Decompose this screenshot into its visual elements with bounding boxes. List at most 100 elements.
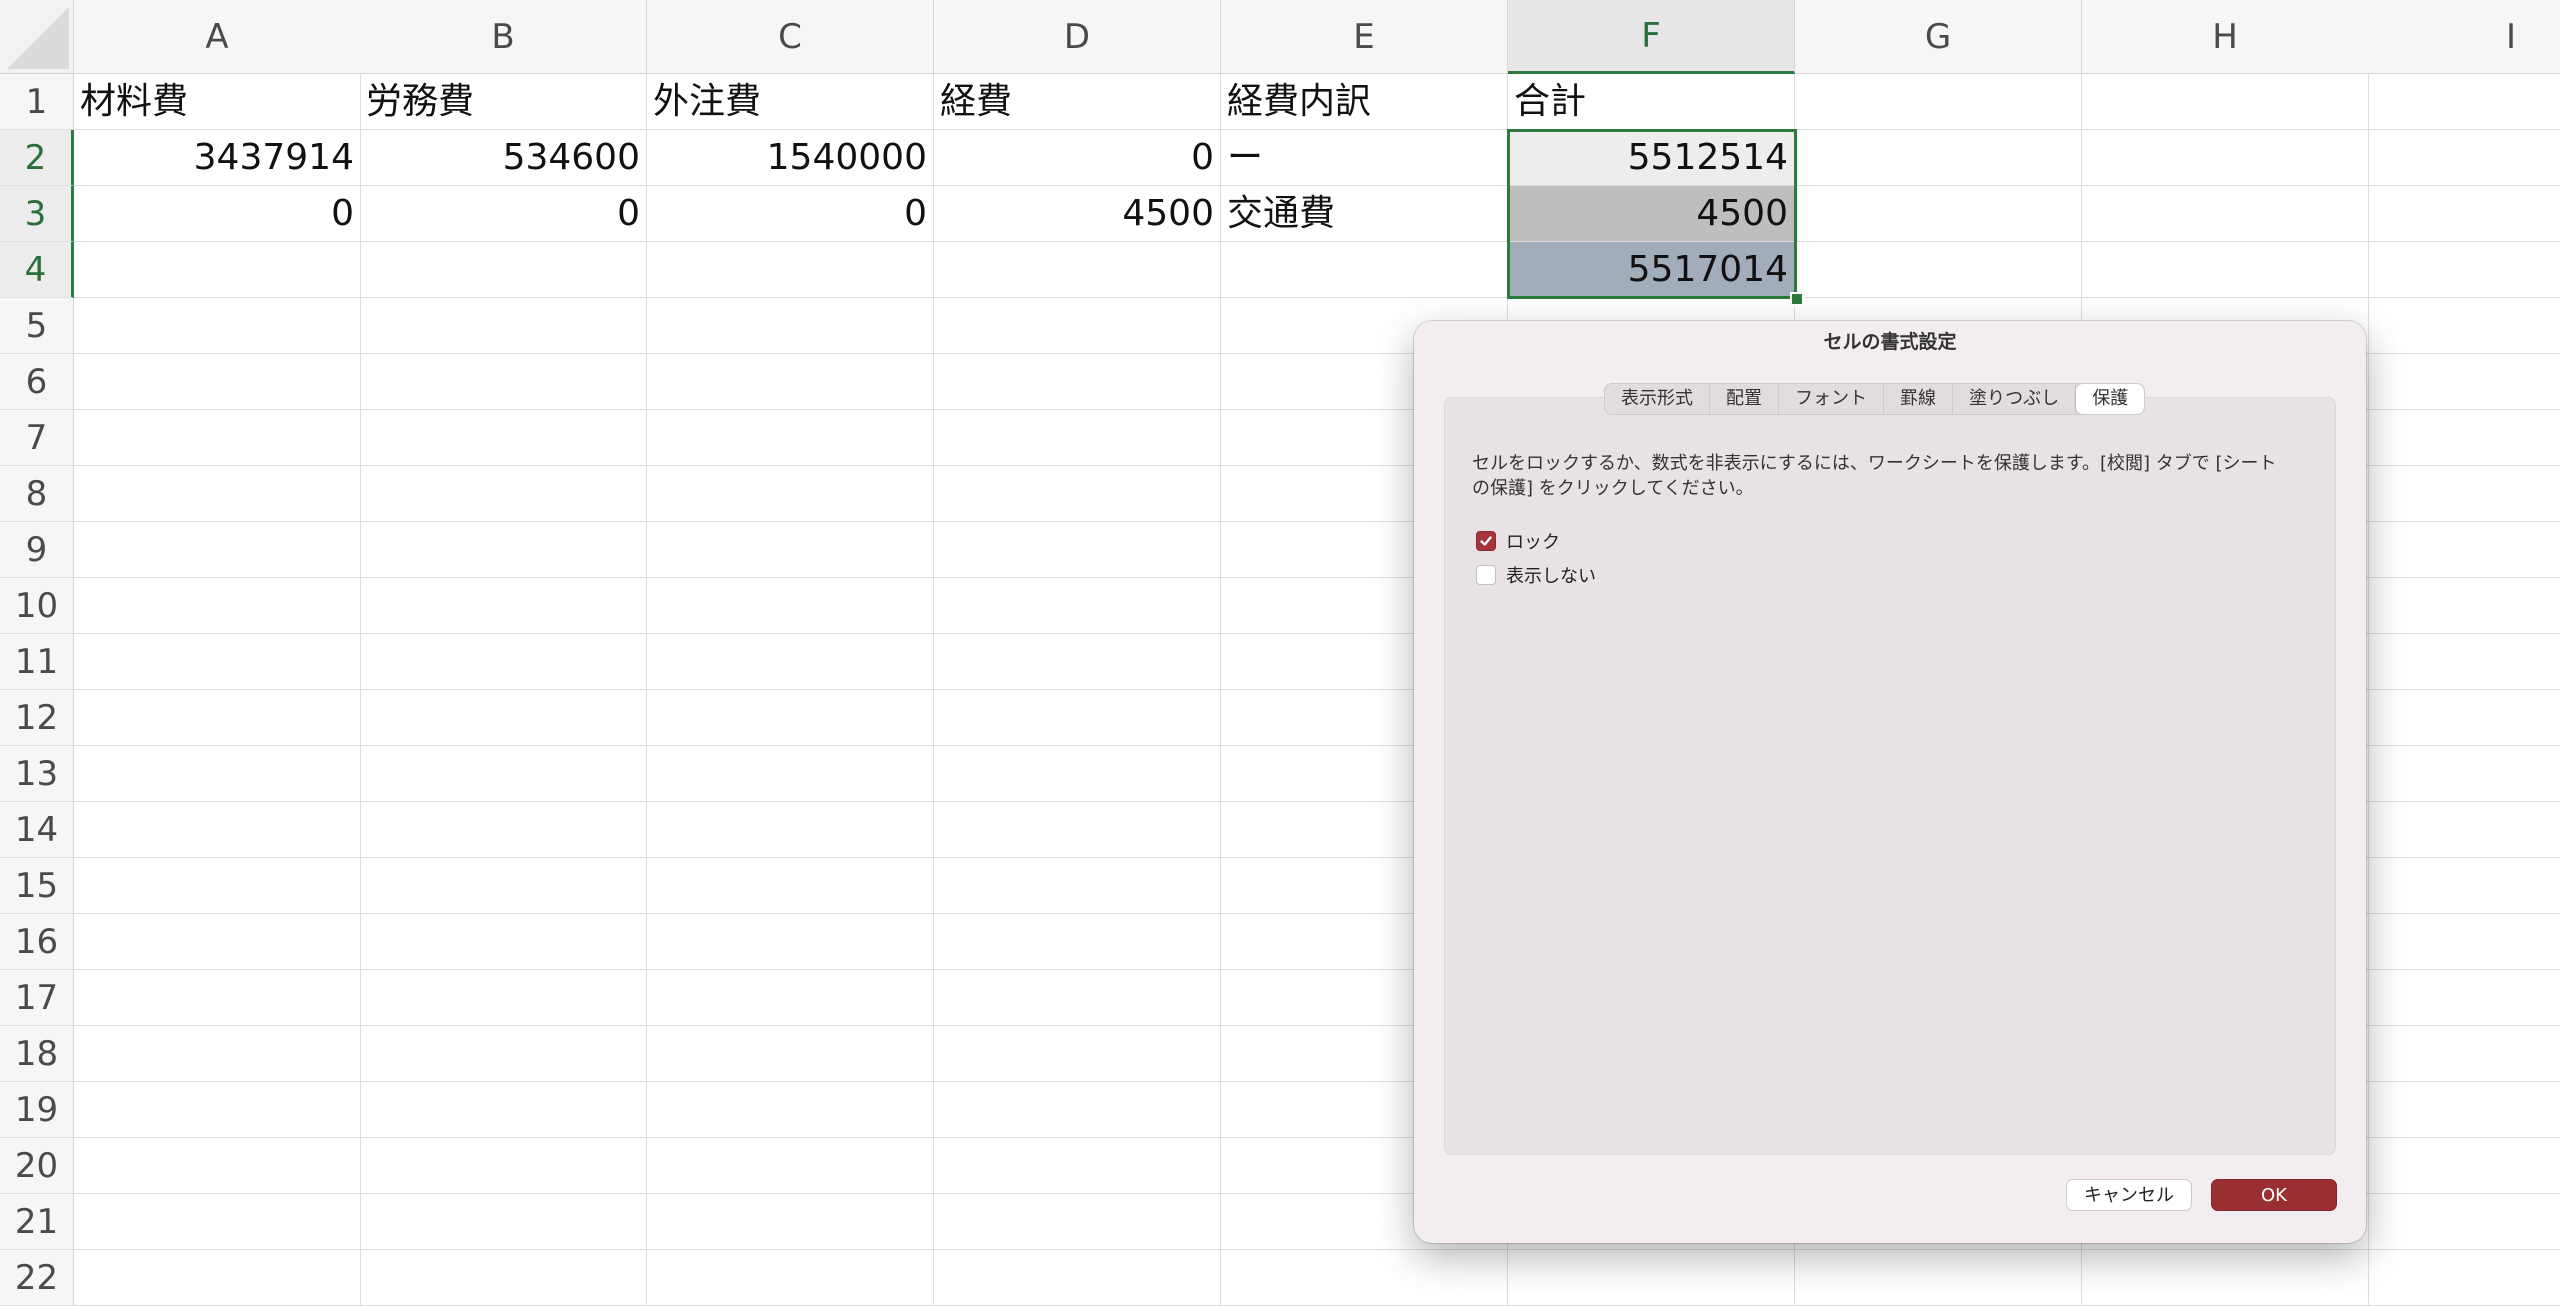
cell-c13[interactable] (647, 746, 934, 802)
cell-b6[interactable] (360, 354, 647, 410)
cell-i20[interactable] (2368, 1138, 2560, 1194)
column-header-b[interactable]: B (360, 0, 647, 74)
cell-f1[interactable]: 合計 (1508, 74, 1795, 130)
cell-e1[interactable]: 経費内訳 (1221, 74, 1508, 130)
cell-d15[interactable] (934, 858, 1221, 914)
cell-b2[interactable]: 534600 (360, 130, 647, 186)
cell-c21[interactable] (647, 1194, 934, 1250)
row-header-20[interactable]: 20 (0, 1138, 74, 1194)
cell-c11[interactable] (647, 634, 934, 690)
cell-b8[interactable] (360, 466, 647, 522)
cell-i19[interactable] (2368, 1082, 2560, 1138)
cell-i8[interactable] (2368, 466, 2560, 522)
cell-i13[interactable] (2368, 746, 2560, 802)
cell-d2[interactable]: 0 (934, 130, 1221, 186)
cancel-button[interactable]: キャンセル (2066, 1179, 2192, 1211)
cell-h2[interactable] (2082, 130, 2369, 186)
cell-a15[interactable] (74, 858, 361, 914)
cell-g1[interactable] (1795, 74, 2082, 130)
row-header-18[interactable]: 18 (0, 1026, 74, 1082)
cell-i9[interactable] (2368, 522, 2560, 578)
cell-d8[interactable] (934, 466, 1221, 522)
cell-i7[interactable] (2368, 410, 2560, 466)
cell-a9[interactable] (74, 522, 361, 578)
cell-f3[interactable]: 4500 (1508, 186, 1795, 242)
cell-a19[interactable] (74, 1082, 361, 1138)
column-header-d[interactable]: D (934, 0, 1221, 74)
cell-a11[interactable] (74, 634, 361, 690)
cell-d17[interactable] (934, 970, 1221, 1026)
cell-i22[interactable] (2368, 1250, 2560, 1306)
cell-b7[interactable] (360, 410, 647, 466)
tab-fill[interactable]: 塗りつぶし (1953, 384, 2077, 414)
cell-a7[interactable] (74, 410, 361, 466)
cell-a20[interactable] (74, 1138, 361, 1194)
cell-c5[interactable] (647, 298, 934, 354)
lock-option[interactable]: ロック (1476, 528, 1560, 554)
cell-a1[interactable]: 材料費 (74, 74, 361, 130)
cell-a4[interactable] (74, 242, 361, 298)
cell-a21[interactable] (74, 1194, 361, 1250)
row-header-4[interactable]: 4 (0, 242, 74, 298)
column-header-a[interactable]: A (74, 0, 361, 74)
row-header-11[interactable]: 11 (0, 634, 74, 690)
row-header-19[interactable]: 19 (0, 1082, 74, 1138)
row-header-3[interactable]: 3 (0, 186, 74, 242)
cell-i3[interactable] (2368, 186, 2560, 242)
cell-c7[interactable] (647, 410, 934, 466)
cell-e2[interactable]: ー (1221, 130, 1508, 186)
cell-g2[interactable] (1795, 130, 2082, 186)
cell-b3[interactable]: 0 (360, 186, 647, 242)
cell-a10[interactable] (74, 578, 361, 634)
cell-b21[interactable] (360, 1194, 647, 1250)
cell-d7[interactable] (934, 410, 1221, 466)
cell-d16[interactable] (934, 914, 1221, 970)
cell-b17[interactable] (360, 970, 647, 1026)
cell-e22[interactable] (1221, 1250, 1508, 1306)
cell-h4[interactable] (2082, 242, 2369, 298)
cell-d20[interactable] (934, 1138, 1221, 1194)
row-header-15[interactable]: 15 (0, 858, 74, 914)
cell-e4[interactable] (1221, 242, 1508, 298)
cell-b5[interactable] (360, 298, 647, 354)
cell-d9[interactable] (934, 522, 1221, 578)
row-header-2[interactable]: 2 (0, 130, 74, 186)
cell-d6[interactable] (934, 354, 1221, 410)
cell-i12[interactable] (2368, 690, 2560, 746)
cell-c19[interactable] (647, 1082, 934, 1138)
hidden-option[interactable]: 表示しない (1476, 562, 1596, 588)
row-header-16[interactable]: 16 (0, 914, 74, 970)
cell-b10[interactable] (360, 578, 647, 634)
cell-f2[interactable]: 5512514 (1508, 130, 1795, 186)
row-header-10[interactable]: 10 (0, 578, 74, 634)
row-header-1[interactable]: 1 (0, 74, 74, 130)
cell-c12[interactable] (647, 690, 934, 746)
cell-d19[interactable] (934, 1082, 1221, 1138)
cell-i21[interactable] (2368, 1194, 2560, 1250)
cell-i15[interactable] (2368, 858, 2560, 914)
cell-g4[interactable] (1795, 242, 2082, 298)
row-header-12[interactable]: 12 (0, 690, 74, 746)
cell-i4[interactable] (2368, 242, 2560, 298)
cell-a16[interactable] (74, 914, 361, 970)
cell-b9[interactable] (360, 522, 647, 578)
row-header-8[interactable]: 8 (0, 466, 74, 522)
cell-b4[interactable] (360, 242, 647, 298)
lock-checkbox[interactable] (1476, 531, 1496, 551)
cell-g22[interactable] (1795, 1250, 2082, 1306)
row-header-13[interactable]: 13 (0, 746, 74, 802)
cell-d14[interactable] (934, 802, 1221, 858)
cell-d18[interactable] (934, 1026, 1221, 1082)
cell-f22[interactable] (1508, 1250, 1795, 1306)
cell-b15[interactable] (360, 858, 647, 914)
cell-g3[interactable] (1795, 186, 2082, 242)
cell-d10[interactable] (934, 578, 1221, 634)
cell-b22[interactable] (360, 1250, 647, 1306)
cell-c6[interactable] (647, 354, 934, 410)
cell-d1[interactable]: 経費 (934, 74, 1221, 130)
cell-a18[interactable] (74, 1026, 361, 1082)
column-header-c[interactable]: C (647, 0, 934, 74)
cell-a14[interactable] (74, 802, 361, 858)
column-header-e[interactable]: E (1221, 0, 1508, 74)
cell-i11[interactable] (2368, 634, 2560, 690)
